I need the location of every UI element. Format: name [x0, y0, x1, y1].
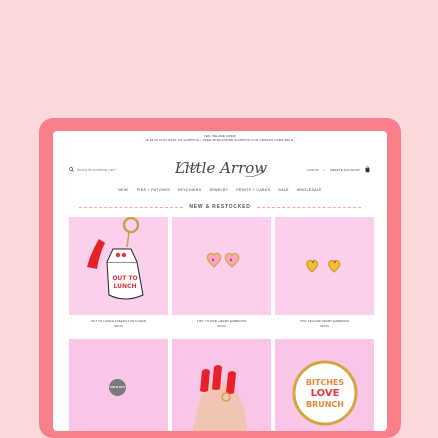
search-bar [69, 167, 137, 172]
account-links: LOG IN or CREATE ACCOUNT [307, 166, 371, 174]
nav-item-sale[interactable]: SALE [278, 188, 288, 192]
cart-icon[interactable] [364, 166, 371, 174]
nav-item-prints-cards[interactable]: PRINTS + CARDS [236, 188, 270, 192]
product-card[interactable]: TINY YO PINK HEART EARRINGS $16.00 [172, 217, 271, 328]
truck-icon: ■ [291, 138, 294, 142]
product-name[interactable]: TINY YELLOW HEART EARRINGS [275, 319, 374, 323]
svg-text:OUT TO: OUT TO [112, 275, 137, 282]
divider [79, 206, 184, 208]
product-price: $16.00 [217, 324, 226, 328]
product-card[interactable]: TINY YELLOW HEART EARRINGS $16.00 [275, 217, 374, 328]
nav-item-pins-patches[interactable]: PINS + PATCHES [137, 188, 170, 192]
main-nav: NEW! PINS + PATCHES KEYCHAINS JEWELRY PR… [53, 188, 387, 192]
product-image[interactable] [275, 217, 374, 315]
site-header: Little Arrow LOG IN or CREATE ACCOUNT [53, 153, 387, 187]
nav-item-keychains[interactable]: KEYCHAINS [178, 188, 201, 192]
browser-screen: YES, WE ARE OPEN! ■ $3.50 FLAT RATE US S… [53, 131, 387, 431]
divider [256, 206, 361, 208]
hand-ring-image [192, 365, 247, 431]
announcement-bar: YES, WE ARE OPEN! ■ $3.50 FLAT RATE US S… [53, 134, 387, 142]
announcement-line-2: ■ $3.50 FLAT RATE US SHIPPING • FREE WOR… [146, 138, 294, 142]
product-card[interactable]: SOLD OUT [69, 339, 168, 431]
section-title: NEW & RESTOCKED [189, 204, 251, 210]
login-link[interactable]: LOG IN [307, 168, 318, 172]
svg-text:BRUNCH: BRUNCH [306, 400, 344, 409]
search-input[interactable] [77, 167, 137, 172]
sold-out-badge: SOLD OUT [109, 379, 126, 396]
pink-heart-earrings-image [206, 252, 240, 268]
product-image[interactable] [172, 339, 271, 431]
product-card[interactable]: BITCHES LOVE BRUNCH [275, 339, 374, 431]
product-image[interactable]: SOLD OUT [69, 339, 168, 431]
svg-text:LOVE: LOVE [311, 388, 340, 399]
product-image[interactable]: OUT TO LUNCH [69, 217, 168, 315]
keychain-image: OUT TO LUNCH [87, 217, 144, 300]
product-name[interactable]: OUT TO LUNCH TAKEOUT KEYCHAIN [69, 319, 168, 323]
truck-icon: ■ [146, 138, 149, 142]
little-arrow-logo[interactable]: Little Arrow [174, 154, 267, 182]
nav-item-jewelry[interactable]: JEWELRY [209, 188, 228, 192]
product-name[interactable]: TINY YO PINK HEART EARRINGS [172, 319, 271, 323]
search-icon[interactable] [69, 167, 74, 172]
product-price: $16.00 [320, 324, 329, 328]
product-card[interactable]: OUT TO LUNCH OUT TO LUNCH TAKEOUT KEYCHA… [69, 217, 168, 328]
product-card[interactable] [172, 339, 271, 431]
bitches-love-brunch-pin-image: BITCHES LOVE BRUNCH [292, 360, 358, 426]
product-image[interactable]: BITCHES LOVE BRUNCH [275, 339, 374, 431]
create-account-link[interactable]: CREATE ACCOUNT [330, 168, 360, 172]
svg-text:BITCHES: BITCHES [306, 378, 345, 387]
svg-text:LUNCH: LUNCH [114, 283, 137, 290]
section-heading: NEW & RESTOCKED [53, 204, 387, 210]
nav-item-wholesale[interactable]: WHOLESALE [297, 188, 322, 192]
product-price: $16.00 [114, 324, 123, 328]
yellow-heart-earrings-image [306, 259, 341, 273]
product-image[interactable] [172, 217, 271, 315]
svg-text:Little Arrow: Little Arrow [175, 159, 267, 177]
logo-wordmark: Little Arrow [174, 159, 267, 177]
separator-text: or [322, 168, 326, 172]
nav-item-new[interactable]: NEW! [118, 188, 129, 192]
